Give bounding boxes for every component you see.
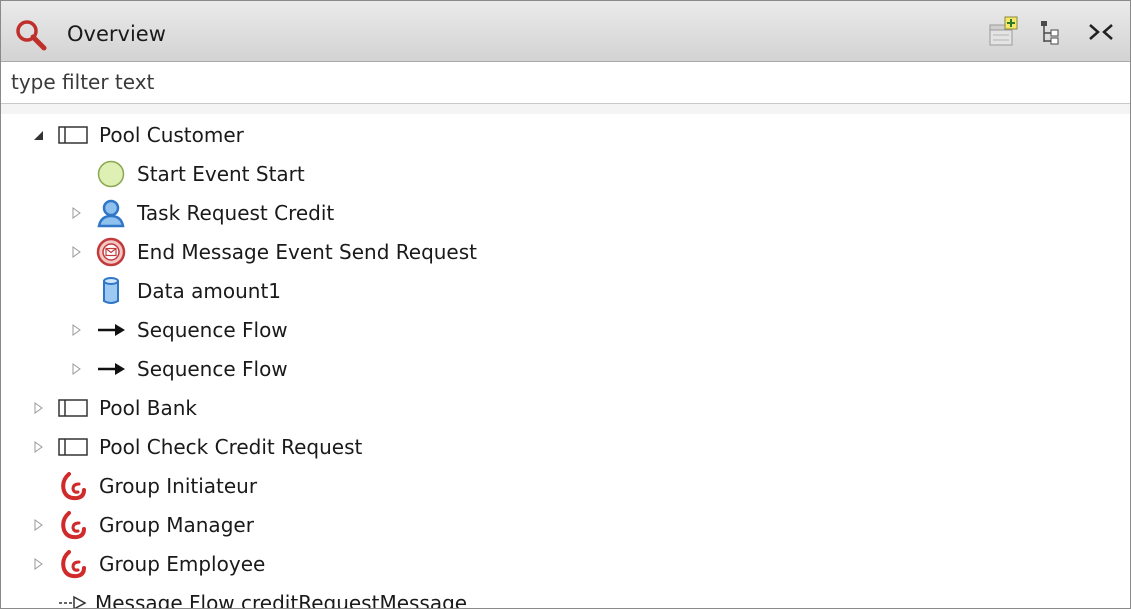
filter-input[interactable] [1, 63, 1126, 101]
tree-item-label: Data amount1 [137, 279, 282, 303]
tree-item-pool-check-credit-request[interactable]: Pool Check Credit Request [31, 428, 362, 466]
collapsed-arrow-icon[interactable] [69, 245, 83, 259]
panel-title: Overview [67, 22, 166, 46]
message-flow-dashed-arrow-icon [59, 595, 87, 608]
collapsed-arrow-icon[interactable] [69, 362, 83, 376]
sequence-arrow-icon [98, 324, 125, 336]
group-swirl-icon [61, 511, 86, 540]
tree-item-group-initiateur[interactable]: Group Initiateur [57, 467, 257, 505]
collapsed-arrow-icon[interactable] [69, 323, 83, 337]
collapsed-arrow-icon[interactable] [31, 518, 45, 532]
tree-item-label: Pool Bank [99, 396, 197, 420]
collapsed-arrow-icon[interactable] [31, 401, 45, 415]
tree-item-task-request-credit[interactable]: Task Request Credit [69, 194, 334, 232]
collapsed-arrow-icon[interactable] [31, 557, 45, 571]
tree-item-sequence-flow[interactable]: Sequence Flow [69, 350, 288, 388]
sequence-arrow-icon [98, 363, 125, 375]
tree-item-label: Start Event Start [137, 162, 305, 186]
tree-item-label: Task Request Credit [137, 201, 335, 225]
tree-item-label: End Message Event Send Request [137, 240, 477, 264]
pool-icon [58, 126, 88, 144]
start-event-circle-icon [97, 160, 125, 188]
pool-icon [58, 438, 88, 456]
tree-item-pool-customer[interactable]: Pool Customer [31, 116, 244, 154]
tree-item-sequence-flow[interactable]: Sequence Flow [69, 311, 288, 349]
tree-item-label: Sequence Flow [137, 357, 288, 381]
tree-item-label: Group Manager [99, 513, 254, 537]
panel-titlebar: Overview [1, 1, 1130, 62]
close-icon[interactable] [1084, 15, 1118, 49]
tree-item-end-message-event[interactable]: End Message Event Send Request [69, 233, 477, 271]
tree-item-label: Pool Customer [99, 123, 244, 147]
tree-toggle-icon[interactable] [1036, 15, 1070, 49]
tree-item-start-event[interactable]: Start Event Start [95, 155, 305, 193]
tree-item-pool-bank[interactable]: Pool Bank [31, 389, 197, 427]
tree-item-label: Group Employee [99, 552, 266, 576]
tree-top-spacer [1, 104, 1130, 114]
tree-item-message-flow[interactable]: Message Flow creditRequestMessage [57, 584, 468, 609]
overview-panel: Overview P [0, 0, 1131, 609]
expanded-arrow-icon[interactable] [31, 128, 45, 142]
tree-item-data-amount1[interactable]: Data amount1 [95, 272, 281, 310]
filter-bar [1, 63, 1130, 104]
magnifier-icon [16, 20, 47, 51]
pool-icon [58, 399, 88, 417]
collapsed-arrow-icon[interactable] [69, 206, 83, 220]
end-message-event-icon [96, 237, 126, 267]
group-swirl-icon [61, 472, 86, 501]
data-cylinder-icon [103, 277, 119, 304]
tree-item-label: Pool Check Credit Request [99, 435, 363, 459]
new-view-icon[interactable] [987, 15, 1021, 49]
user-task-icon [97, 199, 125, 228]
tree-item-group-manager[interactable]: Group Manager [31, 506, 254, 544]
tree-item-label: Message Flow creditRequestMessage [95, 591, 468, 609]
group-swirl-icon [61, 550, 86, 579]
collapsed-arrow-icon[interactable] [31, 440, 45, 454]
tree-item-label: Group Initiateur [99, 474, 258, 498]
tree-item-group-employee[interactable]: Group Employee [31, 545, 265, 583]
tree-item-label: Sequence Flow [137, 318, 288, 342]
